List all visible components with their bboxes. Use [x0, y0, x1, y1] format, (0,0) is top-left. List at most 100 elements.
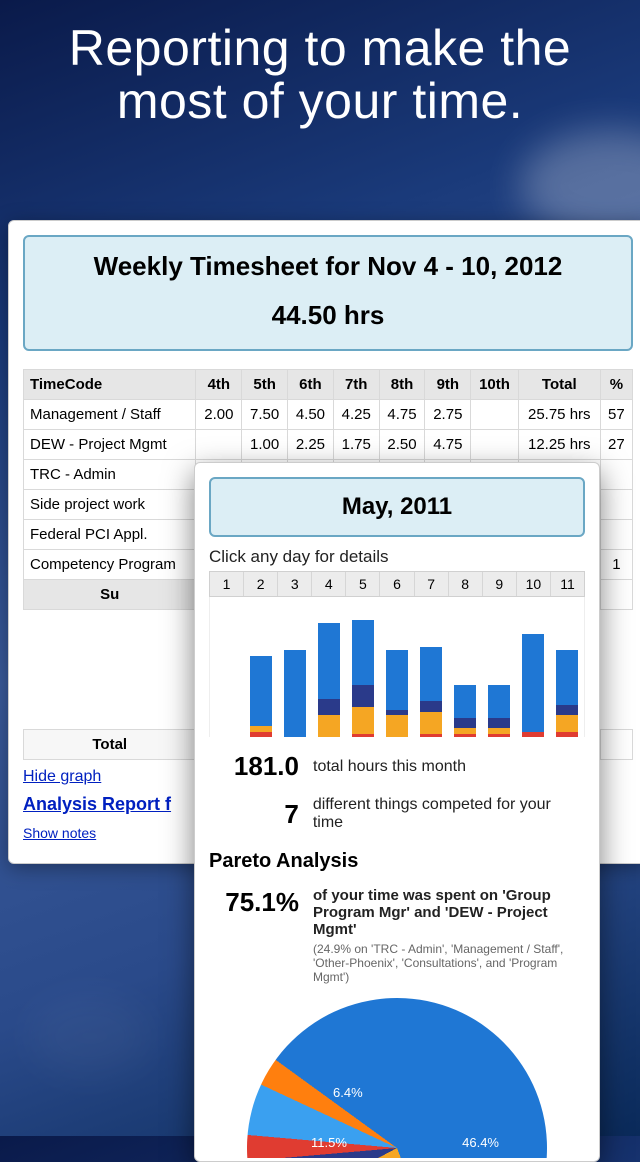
stat-total-hours: 181.0 total hours this month — [209, 751, 585, 782]
analysis-report-link[interactable]: Analysis Report f — [23, 794, 171, 815]
show-notes-link[interactable]: Show notes — [23, 825, 96, 841]
monthly-report-card: May, 2011 Click any day for details 1234… — [194, 462, 600, 1162]
bar-column[interactable] — [278, 650, 312, 737]
day-cell[interactable]: 11 — [551, 572, 584, 596]
day-cell[interactable]: 10 — [517, 572, 551, 596]
monthly-hint: Click any day for details — [209, 547, 585, 567]
bar-segment — [488, 734, 510, 737]
value-cell — [600, 460, 632, 490]
table-header-cell: 4th — [196, 370, 242, 400]
bar-segment — [386, 650, 408, 710]
bar-segment — [488, 718, 510, 729]
subtotal-label: Su — [24, 580, 196, 610]
pareto-main-text: of your time was spent on 'Group Program… — [313, 887, 585, 938]
day-cell[interactable]: 8 — [449, 572, 483, 596]
stat-total-hours-label: total hours this month — [313, 758, 466, 776]
pie-label-dblue: 6.4% — [333, 1085, 363, 1100]
table-header-cell: 5th — [242, 370, 288, 400]
day-cell[interactable]: 3 — [278, 572, 312, 596]
bar-segment — [352, 620, 374, 685]
value-cell: 4.50 — [288, 400, 334, 430]
day-cell[interactable]: 7 — [415, 572, 449, 596]
bar-segment — [522, 634, 544, 732]
value-cell — [600, 520, 632, 550]
bar-segment — [250, 732, 272, 737]
bar-segment — [420, 701, 442, 712]
bar-segment — [352, 685, 374, 707]
pareto-percent: 75.1% — [209, 887, 299, 918]
bar-column[interactable] — [482, 685, 516, 737]
weekly-header: Weekly Timesheet for Nov 4 - 10, 2012 44… — [23, 235, 633, 351]
timecode-cell: DEW - Project Mgmt — [24, 430, 196, 460]
pareto-sub-text: (24.9% on 'TRC - Admin', 'Management / S… — [313, 942, 585, 984]
bar-segment — [318, 699, 340, 715]
value-cell: 4.75 — [379, 400, 425, 430]
value-cell: 1.00 — [242, 430, 288, 460]
bar-segment — [522, 732, 544, 737]
value-cell — [600, 490, 632, 520]
total-label: Total — [24, 730, 196, 760]
daily-bars-chart — [209, 597, 585, 737]
bar-segment — [318, 623, 340, 699]
value-cell — [471, 400, 519, 430]
day-cell[interactable]: 6 — [380, 572, 414, 596]
weekly-title: Weekly Timesheet for Nov 4 - 10, 2012 — [35, 251, 621, 282]
bar-segment — [556, 650, 578, 704]
bar-column[interactable] — [244, 656, 278, 737]
bar-segment — [352, 734, 374, 737]
bar-column[interactable] — [448, 685, 482, 737]
hide-graph-link[interactable]: Hide graph — [23, 768, 101, 786]
table-header-cell: 6th — [288, 370, 334, 400]
day-number-row: 1234567891011 — [209, 571, 585, 597]
value-cell: 2.50 — [379, 430, 425, 460]
bar-segment — [420, 712, 442, 734]
bar-column[interactable] — [516, 634, 550, 737]
pie-label-big: 46.4% — [462, 1135, 499, 1150]
value-cell: 7.50 — [242, 400, 288, 430]
timecode-cell: Federal PCI Appl. — [24, 520, 196, 550]
table-header-cell: 9th — [425, 370, 471, 400]
day-cell[interactable]: 2 — [244, 572, 278, 596]
stat-things-number: 7 — [209, 799, 299, 830]
value-cell: 4.75 — [425, 430, 471, 460]
bar-column[interactable] — [312, 623, 346, 737]
day-cell[interactable]: 1 — [210, 572, 244, 596]
marketing-headline: Reporting to make the most of your time. — [0, 0, 640, 137]
bar-segment — [318, 715, 340, 737]
stat-things-label: different things competed for your time — [313, 796, 585, 832]
day-cell[interactable]: 9 — [483, 572, 517, 596]
table-header-cell: 8th — [379, 370, 425, 400]
table-row[interactable]: Management / Staff2.007.504.504.254.752.… — [24, 400, 633, 430]
bar-segment — [488, 685, 510, 718]
monthly-header: May, 2011 — [209, 477, 585, 537]
table-header-cell: % — [600, 370, 632, 400]
stat-total-hours-number: 181.0 — [209, 751, 299, 782]
weekly-total-hours: 44.50 hrs — [35, 300, 621, 331]
bar-segment — [420, 647, 442, 701]
bar-segment — [250, 656, 272, 726]
day-cell[interactable]: 4 — [312, 572, 346, 596]
value-cell: 12.25 hrs — [518, 430, 600, 460]
bar-segment — [454, 685, 476, 718]
value-cell: 1.75 — [333, 430, 379, 460]
bar-segment — [420, 734, 442, 737]
day-cell[interactable]: 5 — [346, 572, 380, 596]
value-cell: 1 — [600, 550, 632, 580]
bar-segment — [556, 705, 578, 716]
bar-column[interactable] — [414, 647, 448, 737]
timecode-cell: Competency Program — [24, 550, 196, 580]
table-row[interactable]: DEW - Project Mgmt1.002.251.752.504.7512… — [24, 430, 633, 460]
value-cell: 2.00 — [196, 400, 242, 430]
bar-segment — [556, 732, 578, 737]
bar-column[interactable] — [550, 650, 584, 737]
value-cell: 2.75 — [425, 400, 471, 430]
value-cell — [471, 430, 519, 460]
pareto-row: 75.1% of your time was spent on 'Group P… — [209, 887, 585, 984]
timecode-cell: Management / Staff — [24, 400, 196, 430]
bar-segment — [284, 650, 306, 737]
bar-column[interactable] — [380, 650, 414, 737]
monthly-title: May, 2011 — [221, 493, 573, 521]
bar-column[interactable] — [346, 620, 380, 737]
bar-segment — [352, 707, 374, 734]
bar-segment — [454, 734, 476, 737]
